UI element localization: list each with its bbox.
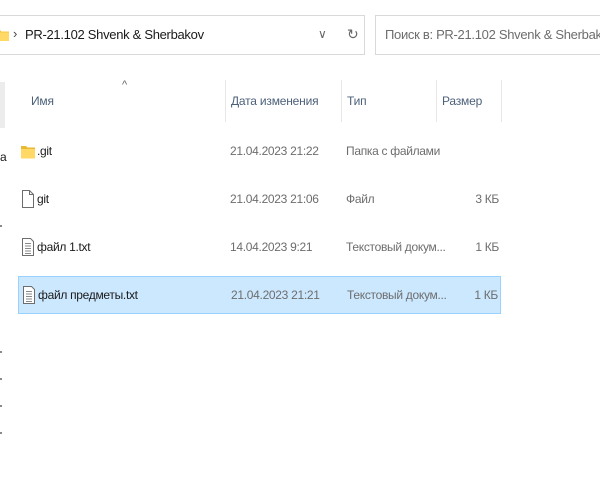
search-box[interactable]: Поиск в: PR-21.102 Shvenk & Sherbakov [375,15,600,55]
column-header-size[interactable]: Размер [436,80,502,122]
file-type: Файл [346,192,375,206]
text-file-icon [22,238,34,256]
column-header-type[interactable]: Тип [341,80,436,122]
chevron-down-icon[interactable]: ∨ [318,27,327,41]
breadcrumb-separator-icon: › [13,26,18,41]
file-row[interactable]: .git 21.04.2023 21:22 Папка с файлами [18,133,501,171]
column-label: Дата изменения [231,94,319,108]
file-date: 21.04.2023 21:22 [230,144,319,158]
column-label: Тип [347,94,367,108]
sort-ascending-icon: ^ [122,79,128,91]
file-name: .git [37,144,52,158]
file-type: Текстовый докум... [346,240,446,254]
file-name: git [37,192,49,206]
column-label: Имя [31,94,54,108]
toolbar: › PR-21.102 Shvenk & Sherbakov ∨ ↻ Поиск… [0,0,600,70]
file-date: 14.04.2023 9:21 [230,240,313,254]
nav-item-marker [0,225,2,227]
file-row[interactable]: файл 1.txt 14.04.2023 9:21 Текстовый док… [18,229,501,267]
folder-icon [21,146,35,159]
file-type: Текстовый докум... [347,288,447,302]
nav-item-marker [0,378,2,380]
file-type: Папка с файлами [346,144,441,158]
file-name: файл предметы.txt [38,288,138,302]
folder-icon [0,30,9,41]
nav-item-marker [0,351,2,353]
nav-item-label-partial[interactable]: а [0,150,7,164]
file-name: файл 1.txt [37,240,91,254]
nav-scrollbar[interactable] [0,82,5,128]
column-header-date[interactable]: Дата изменения [225,80,341,122]
navigation-pane: а [0,70,8,480]
nav-item-marker [0,432,2,434]
file-size: 3 КБ [475,192,499,206]
column-label: Размер [442,94,483,108]
file-row-selected[interactable]: файл предметы.txt 21.04.2023 21:21 Текст… [18,276,501,314]
column-header-name[interactable]: ^ Имя [18,79,225,122]
nav-item-marker [0,405,2,407]
refresh-icon[interactable]: ↻ [347,26,359,43]
file-date: 21.04.2023 21:06 [230,192,319,206]
file-icon [22,190,34,208]
search-input[interactable]: Поиск в: PR-21.102 Shvenk & Sherbakov [385,27,600,42]
text-file-icon [23,286,35,304]
breadcrumb-current-folder[interactable]: PR-21.102 Shvenk & Sherbakov [25,27,204,42]
file-row[interactable]: git 21.04.2023 21:06 Файл 3 КБ [18,181,501,219]
file-size: 1 КБ [474,288,498,302]
file-size: 1 КБ [475,240,499,254]
file-date: 21.04.2023 21:21 [231,288,320,302]
address-bar[interactable]: › PR-21.102 Shvenk & Sherbakov ∨ ↻ [0,15,365,55]
